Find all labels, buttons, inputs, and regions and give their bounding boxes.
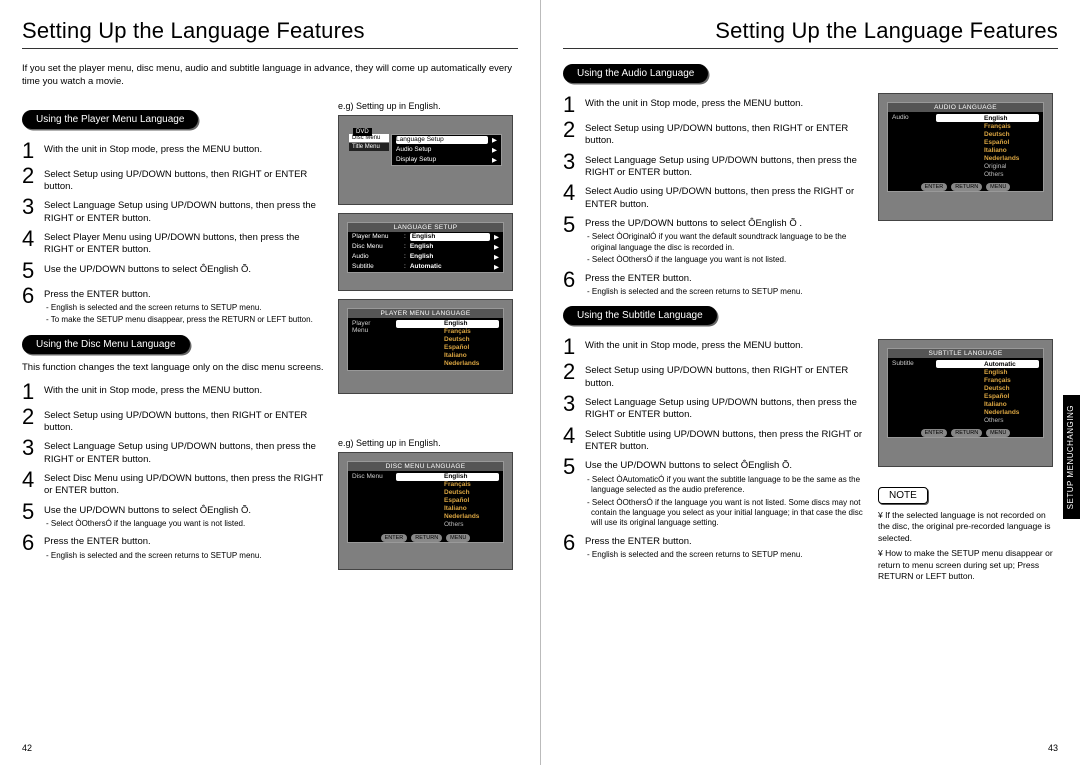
step: Use the UP/DOWN buttons to select ÔEngli… (585, 456, 866, 528)
step: With the unit in Stop mode, press the ME… (44, 140, 326, 162)
step: Use the UP/DOWN buttons to select ÔEngli… (44, 501, 326, 530)
step: Select Setup using UP/DOWN buttons, then… (44, 406, 326, 435)
step: Select Language Setup using UP/DOWN butt… (585, 151, 866, 180)
step: With the unit in Stop mode, press the ME… (585, 94, 866, 116)
subnote: - English is selected and the screen ret… (585, 550, 866, 560)
player-steps: With the unit in Stop mode, press the ME… (22, 140, 326, 326)
osd-subtitle-lang: SUBTITLE LANGUAGE Subtitle Automatic Eng… (878, 339, 1053, 467)
step: Press the ENTER button. - English is sel… (44, 532, 326, 561)
page-43: Setting Up the Language Features Using t… (540, 0, 1080, 765)
manual-spread: Setting Up the Language Features If you … (0, 0, 1080, 765)
subnote: - Select ÒOthersÓ if the language you wa… (585, 255, 866, 265)
subnote: - Select ÒAutomaticÓ if you want the sub… (585, 475, 866, 496)
disc-steps: With the unit in Stop mode, press the ME… (22, 381, 326, 562)
subnote: - Select ÒOriginalÓ if you want the defa… (585, 232, 866, 253)
subnote: - English is selected and the screen ret… (585, 287, 866, 297)
note-label: NOTE (878, 487, 928, 504)
page-number: 42 (22, 743, 32, 753)
step: Select Disc Menu using UP/DOWN buttons, … (44, 469, 326, 498)
subtitle-steps: With the unit in Stop mode, press the ME… (563, 336, 866, 560)
intro-text: If you set the player menu, disc menu, a… (22, 63, 518, 89)
side-tab: CHANGING SETUP MENU (1063, 395, 1080, 519)
subnote: - To make the SETUP menu disappear, pres… (44, 315, 326, 325)
step: With the unit in Stop mode, press the ME… (585, 336, 866, 358)
subnote: - English is selected and the screen ret… (44, 551, 326, 561)
section-pill-disc: Using the Disc Menu Language (22, 335, 190, 354)
step: Select Language Setup using UP/DOWN butt… (585, 393, 866, 422)
step: Select Player Menu using UP/DOWN buttons… (44, 228, 326, 257)
step: Select Subtitle using UP/DOWN buttons, t… (585, 425, 866, 454)
page-number: 43 (1048, 743, 1058, 753)
subnote: - English is selected and the screen ret… (44, 303, 326, 313)
step: Select Audio using UP/DOWN buttons, then… (585, 182, 866, 211)
osd-side-item: Title Menu (349, 143, 389, 151)
osd-setup-root: DVD Disc Menu Title Menu Language Setup▶… (338, 115, 513, 205)
step: Select Setup using UP/DOWN buttons, then… (585, 119, 866, 148)
step: Press the UP/DOWN buttons to select ÔEng… (585, 214, 866, 266)
disc-lead: This function changes the text language … (22, 362, 326, 375)
note-list: ¥ If the selected language is not record… (878, 510, 1058, 583)
osd-disc-menu-lang: DISC MENU LANGUAGE Disc Menu English Fra… (338, 452, 513, 570)
step: Use the UP/DOWN buttons to select ÔEngli… (44, 260, 326, 282)
page-42: Setting Up the Language Features If you … (0, 0, 540, 765)
example-label: e.g) Setting up in English. (338, 438, 518, 448)
page-title: Setting Up the Language Features (22, 18, 518, 49)
section-pill-audio: Using the Audio Language (563, 64, 708, 83)
step: Select Setup using UP/DOWN buttons, then… (44, 165, 326, 194)
step: With the unit in Stop mode, press the ME… (44, 381, 326, 403)
step: Select Setup using UP/DOWN buttons, then… (585, 361, 866, 390)
step: Select Language Setup using UP/DOWN butt… (44, 196, 326, 225)
osd-player-menu-lang: PLAYER MENU LANGUAGE Player Menu English… (338, 299, 513, 394)
osd-audio-lang: AUDIO LANGUAGE Audio English Français De… (878, 93, 1053, 221)
page-title: Setting Up the Language Features (563, 18, 1058, 49)
step: Press the ENTER button. - English is sel… (44, 285, 326, 326)
note-item: ¥ How to make the SETUP menu disappear o… (878, 548, 1058, 582)
subnote: - Select ÒOthersÓ if the language you wa… (585, 498, 866, 529)
audio-steps: With the unit in Stop mode, press the ME… (563, 94, 866, 297)
subnote: - Select ÒOthersÓ if the language you wa… (44, 519, 326, 529)
section-pill-subtitle: Using the Subtitle Language (563, 306, 717, 325)
step: Press the ENTER button. - English is sel… (585, 532, 866, 561)
step: Press the ENTER button. - English is sel… (585, 269, 866, 298)
osd-language-setup: LANGUAGE SETUP Player Menu:English▶ Disc… (338, 213, 513, 291)
example-label: e.g) Setting up in English. (338, 101, 518, 111)
section-pill-player: Using the Player Menu Language (22, 110, 198, 129)
note-item: ¥ If the selected language is not record… (878, 510, 1058, 544)
step: Select Language Setup using UP/DOWN butt… (44, 437, 326, 466)
